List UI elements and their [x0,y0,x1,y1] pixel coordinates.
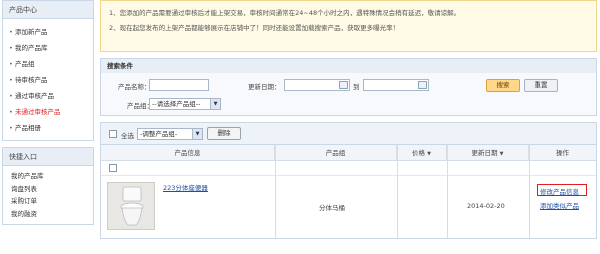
quick-link-my-products[interactable]: 我的产品库 [11,170,93,183]
sidebar-item-approved[interactable]: • 通过审核产品 [9,88,93,104]
edit-product-link[interactable]: 修改产品信息 [540,186,579,196]
column-divider [447,145,448,238]
sidebar-item-label: 添加新产品 [15,28,48,36]
column-divider [529,145,530,238]
add-similar-product-link[interactable]: 添加类似产品 [540,200,579,210]
table-row: 223分体座便器 分体马桶 2014-02-20 修改产品信息 添加类似产品 [101,176,596,238]
reset-button[interactable]: 重置 [524,79,558,92]
quick-entry-menu: 我的产品库 询盘列表 采购订单 我的融资 [3,166,93,224]
product-title-link[interactable]: 223分体座便器 [163,182,208,192]
sidebar-item-my-products[interactable]: • 我的产品库 [9,40,93,56]
notice-line-1: 1、您添加的产品需要通过审核后才能上架交易，审核时间通常在24~48个小时之内，… [109,9,461,17]
select-all-checkbox[interactable] [109,130,117,138]
product-table: 全选 -调整产品组- ▼ 删除 产品信息 产品组 价格 ▼ 更新日期 ▼ 操作 [100,122,597,239]
notice-box: 1、您添加的产品需要通过审核后才能上架交易，审核时间通常在24~48个小时之内，… [100,0,597,52]
sort-down-icon: ▼ [499,151,504,157]
col-update-date[interactable]: 更新日期 ▼ [447,145,529,161]
table-toolbar: 全选 -调整产品组- ▼ 删除 [101,123,596,145]
column-divider [397,145,398,238]
calendar-icon[interactable] [339,81,348,89]
search-button[interactable]: 搜索 [486,79,520,92]
date-to-input[interactable] [363,79,429,91]
quick-link-financing[interactable]: 我的融资 [11,208,93,221]
col-actions: 操作 [556,149,569,157]
product-center-menu: • 添加新产品 • 我的产品库 • 产品组 • 待审核产品 • 通过审核产品 • 未通过审核… [3,19,93,140]
sidebar-item-label: 产品相册 [15,124,41,132]
row-checkbox[interactable] [109,164,117,172]
col-product-group: 产品组 [275,145,397,161]
date-from-input[interactable] [284,79,350,91]
chevron-down-icon: ▼ [192,129,202,139]
product-name-input[interactable] [149,79,209,91]
quick-link-purchase-orders[interactable]: 采购订单 [11,195,93,208]
sidebar-item-label: 未通过审核产品 [15,108,61,116]
sidebar-item-product-album[interactable]: • 产品相册 [9,120,93,136]
sidebar-item-label: 产品组 [15,60,35,68]
sidebar-item-product-groups[interactable]: • 产品组 [9,56,93,72]
col-price[interactable]: 价格 ▼ [397,145,447,161]
search-panel: 搜索条件 产品名称： 更新日期： 到 搜索 重置 产品组： --请选择产品组--… [100,58,597,116]
product-group-select[interactable]: --请选择产品组-- ▼ [149,98,221,110]
update-date-cell: 2014-02-20 [467,202,505,210]
update-date-label: 更新日期： [248,83,281,91]
date-to-label: 到 [353,83,360,91]
sidebar-item-label: 通过审核产品 [15,92,54,100]
product-thumbnail[interactable] [107,182,155,230]
column-divider [275,145,276,238]
col-product-info: 产品信息 [101,145,275,161]
main-content: 1、您添加的产品需要通过审核后才能上架交易，审核时间通常在24~48个小时之内，… [100,0,597,239]
product-name-label: 产品名称： [118,83,151,91]
sidebar-item-pending-review[interactable]: • 待审核产品 [9,72,93,88]
product-center-title: 产品中心 [3,1,93,19]
quick-entry-title: 快捷入口 [3,148,93,166]
product-group-cell: 分体马桶 [319,204,345,212]
adjust-group-select[interactable]: -调整产品组- ▼ [137,128,203,140]
calendar-icon[interactable] [418,81,427,89]
sidebar-item-rejected[interactable]: • 未通过审核产品 [9,104,93,120]
quick-entry-panel: 快捷入口 我的产品库 询盘列表 采购订单 我的融资 [2,147,94,225]
sidebar-item-label: 待审核产品 [15,76,48,84]
product-center-panel: 产品中心 • 添加新产品 • 我的产品库 • 产品组 • 待审核产品 • 通过审核产品 •… [2,0,94,141]
quick-link-inquiries[interactable]: 询盘列表 [11,183,93,196]
sort-down-icon: ▼ [427,151,431,157]
table-header: 产品信息 产品组 价格 ▼ 更新日期 ▼ 操作 [101,145,596,161]
delete-button[interactable]: 删除 [207,127,241,140]
table-group-row [101,161,596,176]
sidebar-item-add-product[interactable]: • 添加新产品 [9,24,93,40]
select-all-label: 全选 [121,132,134,140]
notice-line-2: 2、现在起您发布的上架产品都能够展示在店铺中了！同时还能设置加载搜索产品，获取更… [109,24,400,32]
toilet-icon [120,186,144,226]
sidebar: 产品中心 • 添加新产品 • 我的产品库 • 产品组 • 待审核产品 • 通过审核产品 •… [2,0,94,231]
chevron-down-icon: ▼ [210,99,220,109]
sidebar-item-label: 我的产品库 [15,44,48,52]
search-title: 搜索条件 [101,59,596,73]
